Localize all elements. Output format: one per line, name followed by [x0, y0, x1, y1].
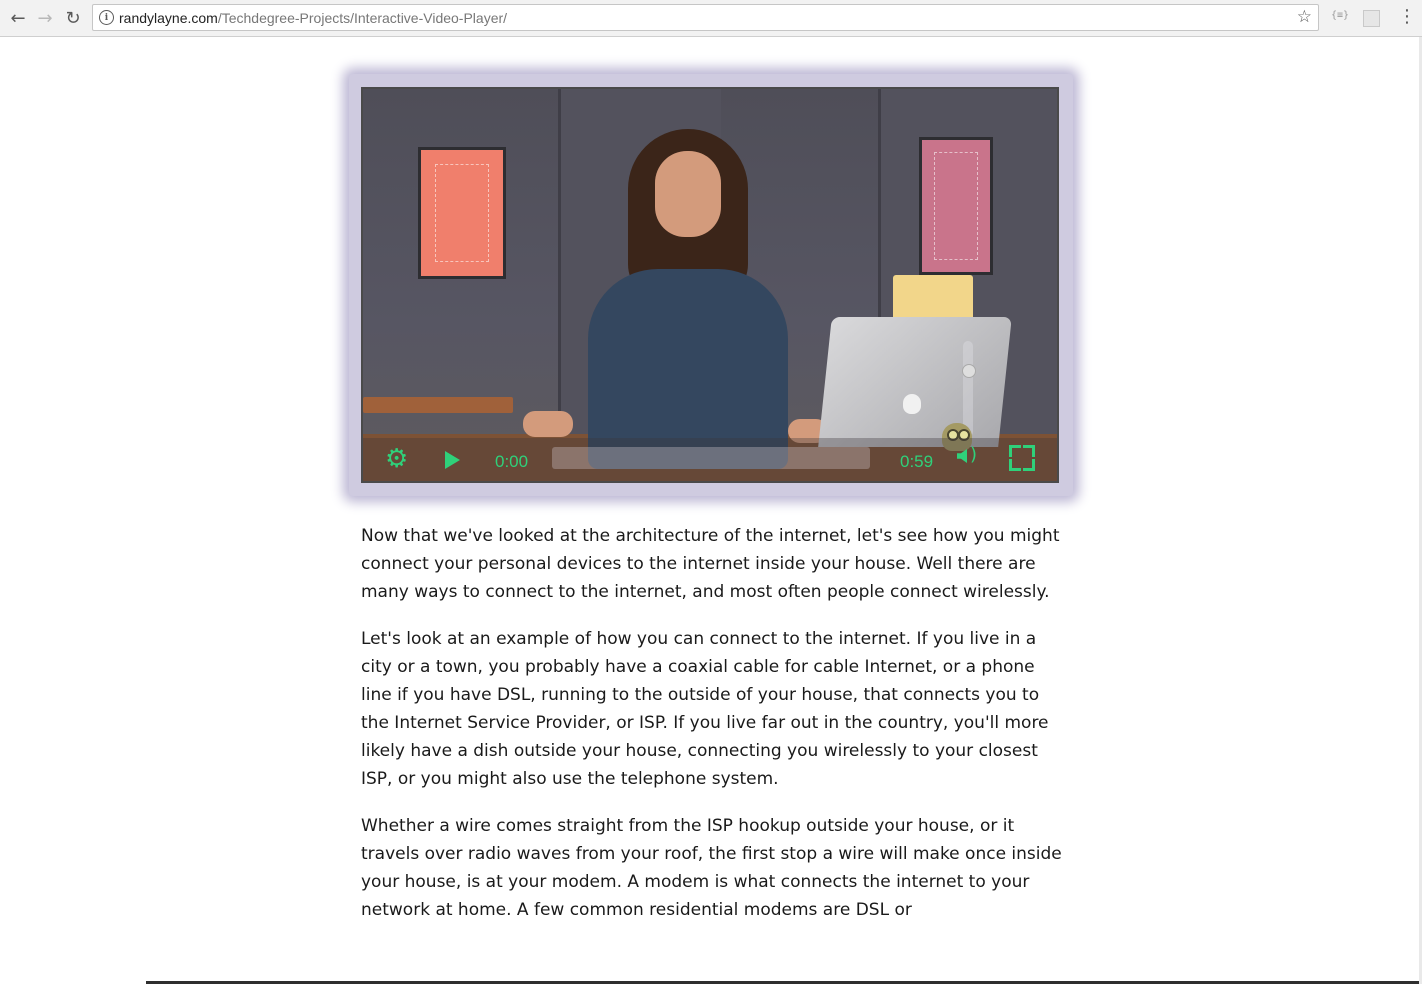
play-icon[interactable]: [445, 451, 460, 469]
fullscreen-corner: [1009, 445, 1021, 457]
progress-bar[interactable]: [552, 447, 870, 469]
fullscreen-corner: [1023, 459, 1035, 471]
transcript-paragraph[interactable]: Now that we've looked at the architectur…: [361, 522, 1067, 606]
volume-slider[interactable]: [963, 341, 973, 437]
presenter-hand: [523, 411, 573, 437]
side-table: [363, 397, 513, 413]
forward-icon[interactable]: →: [33, 6, 57, 30]
volume-icon[interactable]: [957, 449, 967, 463]
apple-logo-icon: [903, 394, 921, 414]
settings-gear-icon[interactable]: ⚙: [385, 444, 408, 474]
fullscreen-icon[interactable]: [1009, 445, 1035, 471]
extension-icon[interactable]: {≡}: [1331, 10, 1349, 21]
browser-toolbar: ← → ↻ i randylayne.com/Techdegree-Projec…: [0, 0, 1422, 37]
fullscreen-corner: [1023, 445, 1035, 457]
transcript-paragraph[interactable]: Whether a wire comes straight from the I…: [361, 812, 1067, 924]
extension-square-icon[interactable]: [1363, 10, 1380, 27]
transcript: Now that we've looked at the architectur…: [361, 522, 1067, 943]
wall-poster: [418, 147, 506, 279]
browser-menu-icon[interactable]: ⋮: [1398, 6, 1416, 27]
url-path: /Techdegree-Projects/Interactive-Video-P…: [217, 10, 508, 26]
bookmark-star-icon[interactable]: ☆: [1297, 7, 1312, 27]
address-bar[interactable]: i randylayne.com/Techdegree-Projects/Int…: [92, 4, 1319, 31]
video-player: ⚙ 0:00 0:59 ): [349, 74, 1073, 496]
laptop: [818, 317, 1012, 447]
video-controls: ⚙ 0:00 0:59 ): [363, 438, 1057, 481]
video-frame[interactable]: ⚙ 0:00 0:59 ): [361, 87, 1059, 483]
current-time: 0:00: [495, 452, 529, 471]
volume-waves-icon: ): [970, 444, 978, 465]
presenter-face: [655, 151, 721, 237]
site-info-icon[interactable]: i: [99, 10, 114, 25]
back-icon[interactable]: ←: [6, 6, 30, 30]
fullscreen-corner: [1009, 459, 1021, 471]
duration-time: 0:59: [900, 452, 934, 471]
url-domain: randylayne.com: [119, 10, 218, 26]
presenter: [523, 129, 828, 469]
url-text[interactable]: randylayne.com/Techdegree-Projects/Inter…: [119, 10, 507, 26]
volume-slider-thumb[interactable]: [962, 364, 976, 378]
reload-icon[interactable]: ↻: [61, 6, 85, 30]
wall-poster: [919, 137, 993, 275]
transcript-paragraph[interactable]: Let's look at an example of how you can …: [361, 625, 1067, 793]
